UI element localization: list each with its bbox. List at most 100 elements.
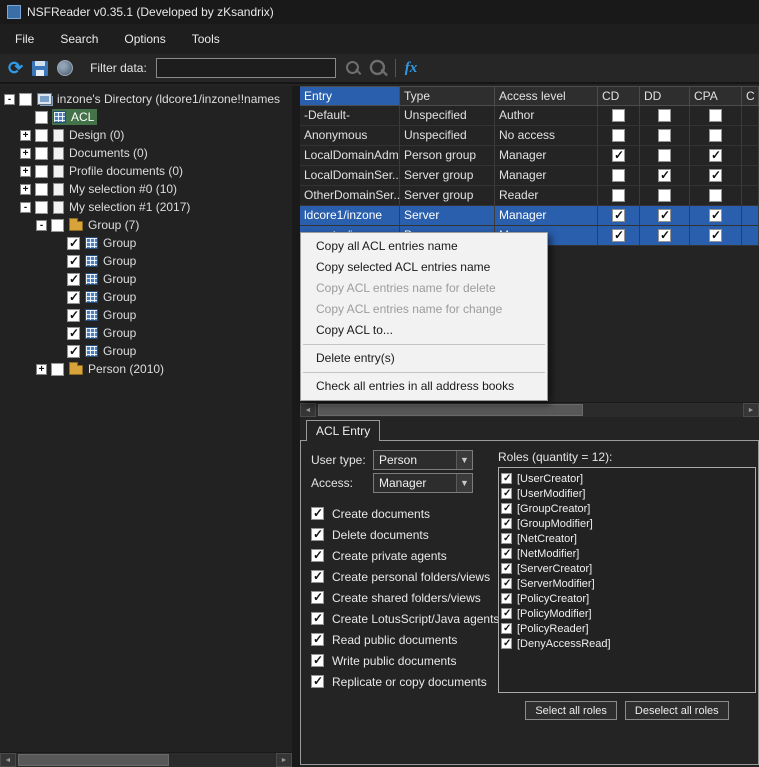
search-all-icon[interactable] bbox=[368, 59, 387, 78]
table-horizontal-scrollbar[interactable]: ◄ ► bbox=[300, 402, 759, 417]
role-item[interactable]: [NetCreator] bbox=[501, 531, 753, 546]
tree-item[interactable]: -inzone's Directory (ldcore1/inzone!!nam… bbox=[0, 90, 292, 108]
permission-item[interactable]: Create LotusScript/Java agents bbox=[311, 608, 497, 629]
permission-checkbox[interactable] bbox=[311, 528, 324, 541]
tree-checkbox[interactable] bbox=[67, 255, 80, 268]
cd-checkbox[interactable] bbox=[612, 129, 625, 142]
dd-checkbox[interactable] bbox=[658, 149, 671, 162]
tree-item[interactable]: Group bbox=[0, 342, 292, 360]
column-header-cd[interactable]: CD bbox=[598, 86, 640, 106]
menu-file[interactable]: File bbox=[2, 27, 47, 51]
cpa-checkbox[interactable] bbox=[709, 109, 722, 122]
permission-checkbox[interactable] bbox=[311, 633, 324, 646]
cpa-checkbox[interactable] bbox=[709, 229, 722, 242]
scroll-left-icon[interactable]: ◄ bbox=[300, 403, 316, 417]
role-item[interactable]: [ServerCreator] bbox=[501, 561, 753, 576]
menu-options[interactable]: Options bbox=[111, 27, 178, 51]
tree-checkbox[interactable] bbox=[67, 345, 80, 358]
cpa-checkbox[interactable] bbox=[709, 189, 722, 202]
role-checkbox[interactable] bbox=[501, 608, 512, 619]
permission-item[interactable]: Create private agents bbox=[311, 545, 497, 566]
tree-item[interactable]: Group bbox=[0, 234, 292, 252]
role-item[interactable]: [GroupModifier] bbox=[501, 516, 753, 531]
cd-checkbox[interactable] bbox=[612, 229, 625, 242]
tree-checkbox[interactable] bbox=[19, 93, 32, 106]
tree-scroll-thumb[interactable] bbox=[18, 754, 169, 766]
role-checkbox[interactable] bbox=[501, 578, 512, 589]
collapse-icon[interactable]: - bbox=[36, 220, 47, 231]
cd-checkbox[interactable] bbox=[612, 169, 625, 182]
role-checkbox[interactable] bbox=[501, 503, 512, 514]
role-item[interactable]: [ServerModifier] bbox=[501, 576, 753, 591]
tree-checkbox[interactable] bbox=[35, 201, 48, 214]
context-menu-item[interactable]: Copy selected ACL entries name bbox=[301, 257, 547, 278]
cpa-checkbox[interactable] bbox=[709, 209, 722, 222]
role-item[interactable]: [PolicyCreator] bbox=[501, 591, 753, 606]
table-row[interactable]: AnonymousUnspecifiedNo access bbox=[300, 126, 759, 146]
filter-input[interactable] bbox=[156, 58, 336, 78]
cd-checkbox[interactable] bbox=[612, 149, 625, 162]
role-item[interactable]: [PolicyModifier] bbox=[501, 606, 753, 621]
column-header-access-level[interactable]: Access level bbox=[495, 86, 598, 106]
column-header-cpa[interactable]: CPA bbox=[690, 86, 742, 106]
tree-scroll-track[interactable] bbox=[16, 753, 276, 767]
cpa-checkbox[interactable] bbox=[709, 149, 722, 162]
cpa-checkbox[interactable] bbox=[709, 129, 722, 142]
dd-checkbox[interactable] bbox=[658, 189, 671, 202]
column-header-dd[interactable]: DD bbox=[640, 86, 690, 106]
role-item[interactable]: [PolicyReader] bbox=[501, 621, 753, 636]
tree-item[interactable]: -My selection #1 (2017) bbox=[0, 198, 292, 216]
role-checkbox[interactable] bbox=[501, 623, 512, 634]
dd-checkbox[interactable] bbox=[658, 129, 671, 142]
context-menu-item[interactable]: Check all entries in all address books bbox=[301, 376, 547, 397]
tree-checkbox[interactable] bbox=[35, 111, 48, 124]
tree-item[interactable]: ACL bbox=[0, 108, 292, 126]
tree-item[interactable]: +My selection #0 (10) bbox=[0, 180, 292, 198]
tree-checkbox[interactable] bbox=[35, 147, 48, 160]
access-select[interactable]: Manager ▼ bbox=[373, 473, 473, 493]
cd-checkbox[interactable] bbox=[612, 189, 625, 202]
cd-checkbox[interactable] bbox=[612, 109, 625, 122]
tree-checkbox[interactable] bbox=[35, 129, 48, 142]
permission-item[interactable]: Write public documents bbox=[311, 650, 497, 671]
cpa-checkbox[interactable] bbox=[709, 169, 722, 182]
context-menu-item[interactable]: Copy all ACL entries name bbox=[301, 236, 547, 257]
tree-checkbox[interactable] bbox=[67, 291, 80, 304]
expand-icon[interactable]: + bbox=[36, 364, 47, 375]
tree-item[interactable]: Group bbox=[0, 288, 292, 306]
table-row[interactable]: -Default-UnspecifiedAuthor bbox=[300, 106, 759, 126]
permission-item[interactable]: Read public documents bbox=[311, 629, 497, 650]
role-item[interactable]: [UserCreator] bbox=[501, 471, 753, 486]
tree-item[interactable]: -Group (7) bbox=[0, 216, 292, 234]
dd-checkbox[interactable] bbox=[658, 209, 671, 222]
column-header-entry[interactable]: Entry bbox=[300, 86, 400, 106]
tree-checkbox[interactable] bbox=[51, 363, 64, 376]
column-header-c[interactable]: C bbox=[742, 86, 759, 106]
permission-checkbox[interactable] bbox=[311, 654, 324, 667]
scroll-left-icon[interactable]: ◄ bbox=[0, 753, 16, 767]
save-icon[interactable] bbox=[32, 61, 48, 76]
permission-checkbox[interactable] bbox=[311, 612, 324, 625]
role-checkbox[interactable] bbox=[501, 593, 512, 604]
role-checkbox[interactable] bbox=[501, 533, 512, 544]
tree-item[interactable]: Group bbox=[0, 306, 292, 324]
tree-item[interactable]: Group bbox=[0, 324, 292, 342]
deselect-all-roles-button[interactable]: Deselect all roles bbox=[625, 701, 729, 720]
tab-acl-entry[interactable]: ACL Entry bbox=[306, 420, 380, 441]
cd-checkbox[interactable] bbox=[612, 209, 625, 222]
table-scroll-thumb[interactable] bbox=[318, 404, 583, 416]
role-item[interactable]: [GroupCreator] bbox=[501, 501, 753, 516]
expand-icon[interactable]: + bbox=[20, 130, 31, 141]
expand-icon[interactable]: + bbox=[20, 184, 31, 195]
tree-checkbox[interactable] bbox=[67, 309, 80, 322]
dd-checkbox[interactable] bbox=[658, 169, 671, 182]
collapse-icon[interactable]: - bbox=[20, 202, 31, 213]
expand-icon[interactable]: + bbox=[20, 148, 31, 159]
collapse-icon[interactable]: - bbox=[4, 94, 15, 105]
permission-checkbox[interactable] bbox=[311, 507, 324, 520]
role-item[interactable]: [UserModifier] bbox=[501, 486, 753, 501]
tree-checkbox[interactable] bbox=[51, 219, 64, 232]
permission-item[interactable]: Create documents bbox=[311, 503, 497, 524]
user-type-select[interactable]: Person ▼ bbox=[373, 450, 473, 470]
role-item[interactable]: [DenyAccessRead] bbox=[501, 636, 753, 651]
